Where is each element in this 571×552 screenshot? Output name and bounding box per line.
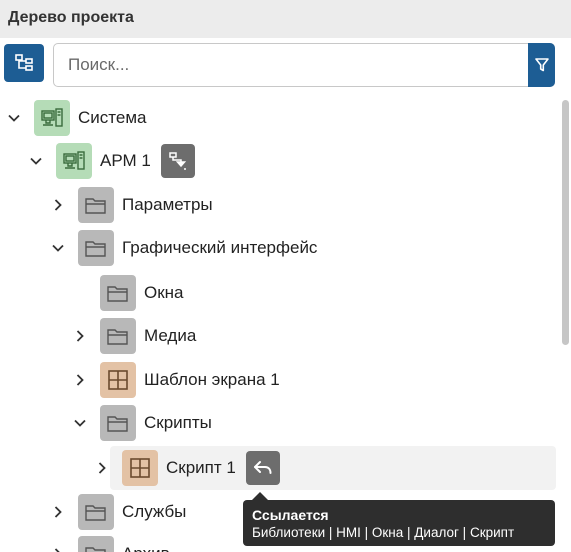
- folder-icon: [100, 318, 136, 354]
- chevron-right-icon[interactable]: [72, 372, 88, 388]
- chevron-right-icon[interactable]: [50, 197, 66, 213]
- chevron-right-icon[interactable]: [50, 546, 66, 552]
- tree-node-label: Службы: [122, 502, 187, 521]
- tree-node-system[interactable]: Система: [6, 98, 146, 138]
- tree-node-label: Параметры: [122, 195, 213, 214]
- search-input[interactable]: [68, 44, 518, 86]
- folder-icon: [78, 230, 114, 266]
- folder-icon: [78, 536, 114, 552]
- chevron-down-icon[interactable]: [28, 153, 44, 169]
- tree-node-label: Система: [78, 108, 147, 127]
- reference-badge[interactable]: [245, 451, 280, 485]
- filter-icon: [534, 58, 549, 72]
- tree-node-label: Скрипт 1: [166, 458, 236, 477]
- tree-node-graphic-interface[interactable]: Графический интерфейс: [50, 228, 317, 268]
- folder-icon: [100, 405, 136, 441]
- tree-node-windows[interactable]: Окна: [72, 273, 184, 313]
- chevron-right-icon[interactable]: [94, 460, 110, 476]
- toolbar: [0, 38, 571, 90]
- download-badge[interactable]: [160, 144, 195, 178]
- panel-title: Дерево проекта: [8, 9, 134, 26]
- workstation-icon: [56, 143, 92, 179]
- chevron-right-icon[interactable]: [50, 504, 66, 520]
- workstation-icon: [34, 100, 70, 136]
- grid-icon: [122, 450, 158, 486]
- reference-tooltip: Ссылается Библиотеки | HMI | Окна | Диал…: [243, 500, 555, 546]
- folder-icon: [78, 494, 114, 530]
- tree-node-label: Графический интерфейс: [122, 238, 318, 257]
- hierarchy-icon: [15, 54, 33, 71]
- chevron-down-icon[interactable]: [6, 110, 22, 126]
- tree-node-scripts[interactable]: Скрипты: [72, 403, 212, 443]
- scrollbar-thumb[interactable]: [562, 100, 569, 345]
- tree-node-archive[interactable]: Архив: [50, 534, 170, 552]
- tooltip-title: Ссылается: [252, 507, 329, 523]
- tree-node-label: Медиа: [144, 326, 197, 345]
- tooltip-arrow: [252, 492, 268, 500]
- tree-node-services[interactable]: Службы: [50, 492, 186, 532]
- grid-icon: [100, 362, 136, 398]
- tree-node-parameters[interactable]: Параметры: [50, 185, 213, 225]
- tooltip-body: Библиотеки | HMI | Окна | Диалог | Скрип…: [252, 525, 515, 540]
- search-box: [53, 43, 555, 87]
- tree-node-label: АРМ 1: [100, 151, 151, 170]
- tree-node-label: Скрипты: [144, 413, 212, 432]
- tree-node-script1[interactable]: Скрипт 1: [94, 448, 280, 488]
- panel-header: Дерево проекта: [0, 0, 571, 38]
- filter-button[interactable]: [528, 43, 555, 87]
- chevron-down-icon[interactable]: [50, 240, 66, 256]
- tree-node-media[interactable]: Медиа: [72, 316, 196, 356]
- reply-icon: [253, 461, 272, 474]
- tree-node-label: Архив: [122, 544, 170, 552]
- folder-icon: [100, 275, 136, 311]
- download-icon: [169, 152, 186, 170]
- chevron-down-icon[interactable]: [72, 415, 88, 431]
- tree-node-label: Шаблон экрана 1: [144, 370, 280, 389]
- tree-node-screen-template[interactable]: Шаблон экрана 1: [72, 360, 280, 400]
- tree-view-button[interactable]: [4, 44, 44, 82]
- project-tree: Система АРМ 1 Параметры Графический инте…: [0, 96, 560, 552]
- folder-icon: [78, 187, 114, 223]
- tree-node-arm1[interactable]: АРМ 1: [28, 141, 195, 181]
- chevron-right-icon[interactable]: [72, 328, 88, 344]
- tree-node-label: Окна: [144, 283, 184, 302]
